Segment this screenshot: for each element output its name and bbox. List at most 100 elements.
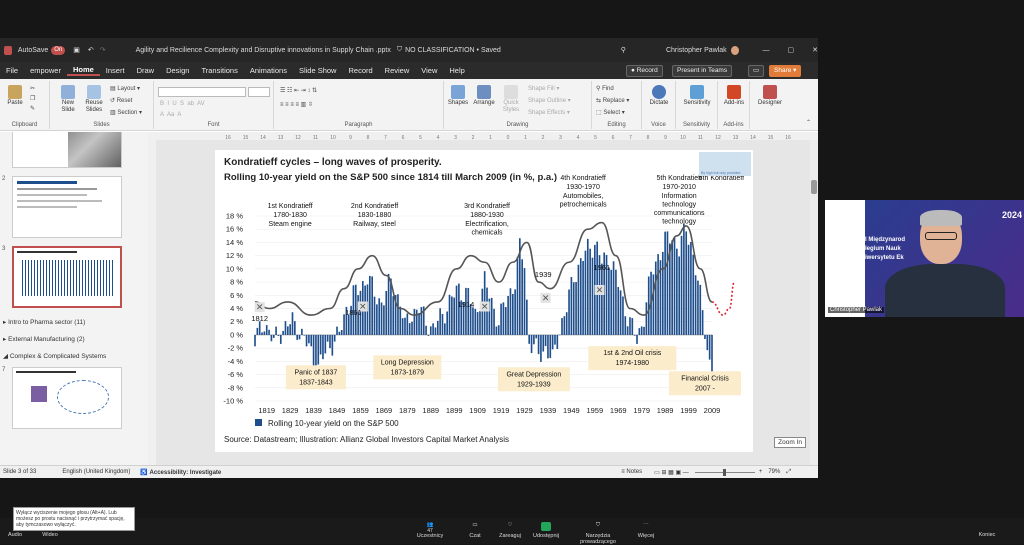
menu-view[interactable]: View: [415, 66, 443, 75]
quick-styles-button[interactable]: Quick Styles: [498, 85, 524, 114]
audio-button[interactable]: Audio: [0, 532, 30, 538]
record-button[interactable]: ● Record: [626, 65, 663, 77]
end-button[interactable]: Koniec: [972, 532, 1002, 538]
undo-icon[interactable]: ↶: [88, 46, 94, 54]
webcam-video[interactable]: XVI Międzynarod Kolegium Nauk Uniwersyte…: [825, 200, 1024, 317]
data-bar: [326, 334, 329, 342]
menu-animations[interactable]: Animations: [244, 66, 293, 75]
slide-thumbnail-7[interactable]: [12, 367, 122, 429]
zoom-in-button[interactable]: Zoom In: [774, 437, 806, 448]
font-label: Font: [207, 122, 220, 128]
host-tools-button[interactable]: ⛉ Narzędzia prowadzącego: [570, 522, 626, 545]
designer-button[interactable]: Designer: [752, 85, 788, 107]
view-buttons[interactable]: ▭ ⊞ ▦ ▣ —: [654, 469, 689, 476]
zoom-slider-thumb[interactable]: [722, 468, 726, 476]
zoom-level[interactable]: 79%: [768, 469, 780, 475]
menu-insert[interactable]: Insert: [100, 66, 131, 75]
menu-file[interactable]: File: [0, 66, 24, 75]
ruler-tick: 16: [225, 135, 231, 140]
autosave-toggle[interactable]: On: [51, 45, 66, 55]
share-screen-button[interactable]: Udostępnij: [526, 522, 566, 539]
y-tick-label: -6 %: [228, 370, 244, 379]
reset-button[interactable]: ↺ Reset: [110, 97, 132, 104]
scroll-thumb[interactable]: [811, 180, 817, 194]
reuse-slides-button[interactable]: Reuse Slides: [82, 85, 106, 114]
shape-effects-button[interactable]: Shape Effects ▾: [528, 109, 570, 116]
section-complex-systems[interactable]: ◢ Complex & Complicated Systems: [3, 352, 106, 360]
present-in-teams-button[interactable]: Present in Teams: [672, 65, 733, 77]
save-icon[interactable]: ▣: [73, 46, 80, 54]
slide-thumbnail-1[interactable]: [12, 132, 122, 168]
sensitivity-label: Sensitivity: [682, 122, 710, 128]
x-tick-label: 2009: [704, 406, 721, 415]
arrange-button[interactable]: Arrange: [472, 85, 496, 107]
cut-icon[interactable]: ✂: [30, 85, 35, 92]
select-button[interactable]: ⬚ Select ▾: [596, 109, 625, 116]
find-button[interactable]: ⚲ Find: [596, 85, 614, 92]
data-bar: [622, 296, 624, 335]
layout-button[interactable]: ▤ Layout ▾: [110, 85, 140, 92]
font-family-combo[interactable]: [158, 87, 246, 97]
notes-button[interactable]: ≡ Notes: [621, 469, 642, 475]
menu-draw[interactable]: Draw: [131, 66, 161, 75]
vertical-scrollbar[interactable]: [810, 140, 818, 465]
participants-button[interactable]: 👥47 Uczestnicy: [410, 522, 450, 539]
shape-fill-button[interactable]: Shape Fill ▾: [528, 85, 559, 92]
menu-empower[interactable]: empower: [24, 66, 67, 75]
more-button[interactable]: ⋯ Więcej: [626, 522, 666, 539]
new-slide-button[interactable]: New Slide: [56, 85, 80, 114]
data-bar: [547, 334, 549, 359]
slide-thumbnail-3[interactable]: [12, 246, 122, 308]
zoom-plus[interactable]: +: [759, 469, 763, 475]
font-format-buttons[interactable]: B I U S ab AV: [160, 101, 205, 107]
redo-icon[interactable]: ↷: [100, 46, 106, 54]
slide-thumbnail-2[interactable]: [12, 176, 122, 238]
accessibility-status[interactable]: ♿ Accessibility: Investigate: [140, 469, 221, 476]
shape-outline-button[interactable]: Shape Outline ▾: [528, 97, 571, 104]
y-tick-label: 16 %: [226, 225, 243, 234]
dictate-button[interactable]: Dictate: [646, 85, 672, 107]
section-button[interactable]: ▥ Section ▾: [110, 109, 142, 116]
menu-review[interactable]: Review: [379, 66, 416, 75]
collapse-ribbon-icon[interactable]: ⌃: [806, 119, 811, 126]
menu-record[interactable]: Record: [342, 66, 378, 75]
menu-transitions[interactable]: Transitions: [195, 66, 243, 75]
slide-canvas[interactable]: 18 % 16 % 14 % 12 % 10 % 8 % 6 % 4 % 2 % 0 % -2 % -…: [215, 150, 753, 452]
menu-slide-show[interactable]: Slide Show: [293, 66, 343, 75]
classification-label[interactable]: NO CLASSIFICATION • Saved: [405, 47, 501, 54]
language[interactable]: English (United Kingdom): [62, 469, 130, 475]
user-name[interactable]: Christopher Pawlak: [666, 47, 727, 54]
font-color-buttons[interactable]: A Aa A: [160, 112, 181, 118]
sensitivity-button[interactable]: Sensitivity: [678, 85, 716, 107]
menu-help[interactable]: Help: [443, 66, 470, 75]
zoom-slider[interactable]: [694, 468, 755, 476]
react-button[interactable]: ♡ Zareaguj: [490, 522, 530, 539]
data-bar: [317, 334, 320, 365]
y-tick-label: 2 %: [230, 317, 243, 326]
chat-button[interactable]: ▭ Czat: [455, 522, 495, 539]
align-buttons[interactable]: ≡ ≡ ≡ ≡ ▥ ⇳: [280, 101, 313, 108]
list-buttons[interactable]: ☰ ☷ ⇤ ⇥ ↕ ⇅: [280, 87, 317, 94]
crisis-name: Great Depression: [506, 371, 561, 378]
section-external-manufacturing[interactable]: ▸ External Manufacturing (2): [3, 335, 85, 343]
menu-home[interactable]: Home: [66, 65, 100, 76]
font-size-combo[interactable]: [248, 87, 270, 97]
fit-slide-icon[interactable]: ⤢: [786, 469, 791, 476]
section-intro-pharma[interactable]: ▸ Intro to Pharma sector (11): [3, 318, 85, 326]
close-icon[interactable]: ✕: [812, 46, 818, 54]
video-button[interactable]: Wideo: [30, 532, 70, 538]
minimize-icon[interactable]: —: [763, 47, 770, 54]
share-button[interactable]: Share ▾: [769, 65, 802, 77]
copy-icon[interactable]: ❐: [30, 95, 35, 102]
search-icon[interactable]: ⚲: [621, 46, 626, 54]
paste-button[interactable]: Paste: [4, 85, 26, 107]
avatar[interactable]: [730, 45, 739, 55]
menu-design[interactable]: Design: [160, 66, 195, 75]
shapes-button[interactable]: Shapes: [446, 85, 470, 107]
addins-button[interactable]: Add-ins: [720, 85, 748, 107]
data-bar: [490, 297, 493, 335]
comments-button[interactable]: ▭: [748, 65, 765, 77]
maximize-icon[interactable]: ▢: [788, 46, 795, 54]
replace-button[interactable]: ⇆ Replace ▾: [596, 97, 629, 104]
format-painter-icon[interactable]: ✎: [30, 105, 35, 112]
